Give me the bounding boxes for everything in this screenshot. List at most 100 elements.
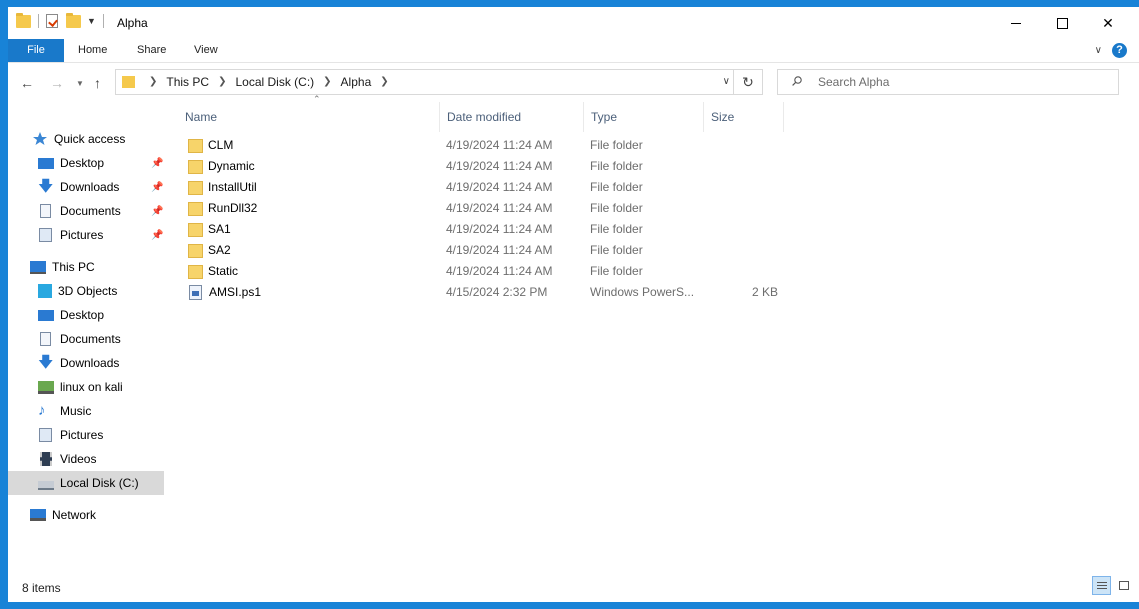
documents-icon — [40, 332, 51, 346]
details-view-button[interactable] — [1092, 576, 1111, 595]
file-size — [710, 261, 778, 282]
folder-icon — [188, 159, 203, 174]
chevron-right-icon[interactable]: ❯ — [218, 70, 226, 94]
sidebar-item-documents[interactable]: Documents — [38, 199, 164, 223]
file-date: 4/19/2024 11:24 AM — [446, 264, 553, 278]
new-folder-icon[interactable] — [66, 12, 81, 28]
file-row[interactable]: Static 4/19/2024 11:24 AM File folder — [178, 261, 798, 282]
large-icons-view-button[interactable] — [1114, 576, 1133, 595]
breadcrumb-alpha[interactable]: Alpha — [341, 70, 372, 94]
file-date: 4/19/2024 11:24 AM — [446, 243, 553, 257]
file-type: File folder — [590, 159, 643, 173]
sidebar-item-downloads-pc[interactable]: 🡇 Downloads — [38, 351, 164, 375]
file-name: AMSI.ps1 — [209, 285, 262, 299]
computer-icon — [30, 260, 46, 274]
window-title: Alpha — [117, 16, 148, 30]
column-headers: ⌃ Name Date modified Type Size — [178, 94, 958, 132]
file-date: 4/19/2024 11:24 AM — [446, 159, 553, 173]
pictures-icon — [39, 228, 52, 242]
folder-icon — [188, 243, 203, 258]
file-row[interactable]: SA1 4/19/2024 11:24 AM File folder — [178, 219, 798, 240]
file-type: Windows PowerS... — [590, 285, 695, 299]
sidebar-item-3d-objects[interactable]: 3D Objects — [38, 279, 164, 303]
network-icon — [30, 509, 46, 521]
file-row[interactable]: AMSI.ps1 4/15/2024 2:32 PM Windows Power… — [178, 282, 798, 303]
sidebar-item-label: Network — [52, 508, 97, 522]
close-icon: ✕ — [1102, 14, 1114, 31]
help-icon[interactable]: ? — [1112, 43, 1127, 58]
pin-icon[interactable]: 📌 — [151, 158, 163, 169]
sidebar-item-downloads[interactable]: 🡇 Downloads — [38, 175, 164, 199]
address-history-chevron-icon[interactable]: ∨ — [723, 76, 730, 87]
close-button[interactable]: ✕ — [1085, 7, 1131, 39]
file-size — [710, 219, 778, 240]
file-name: InstallUtil — [208, 180, 257, 194]
column-header-size[interactable]: Size — [704, 102, 784, 132]
properties-icon[interactable] — [46, 14, 58, 28]
column-header-name[interactable]: Name — [178, 102, 440, 132]
tab-file[interactable]: File — [8, 39, 64, 62]
file-row[interactable]: Dynamic 4/19/2024 11:24 AM File folder — [178, 156, 798, 177]
star-icon — [33, 132, 47, 145]
file-row[interactable]: CLM 4/19/2024 11:24 AM File folder — [178, 135, 798, 156]
search-input[interactable]: Search Alpha — [777, 69, 1119, 95]
breadcrumb-this-pc[interactable]: This PC — [166, 70, 209, 94]
file-row[interactable]: RunDll32 4/19/2024 11:24 AM File folder — [178, 198, 798, 219]
tab-home[interactable]: Home — [78, 39, 107, 62]
file-row[interactable]: SA2 4/19/2024 11:24 AM File folder — [178, 240, 798, 261]
recent-locations-chevron-icon[interactable]: ▼ — [76, 79, 84, 88]
sidebar-item-local-disk[interactable]: Local Disk (C:) — [8, 471, 164, 495]
sidebar-item-desktop[interactable]: Desktop — [38, 151, 164, 175]
folder-icon — [188, 180, 203, 195]
file-date: 4/19/2024 11:24 AM — [446, 180, 553, 194]
sidebar-item-label: Quick access — [54, 132, 126, 146]
chevron-right-icon[interactable]: ❯ — [323, 70, 331, 94]
pin-icon[interactable]: 📌 — [151, 182, 163, 193]
file-name: SA1 — [208, 222, 231, 236]
folder-icon — [188, 264, 203, 279]
tab-view[interactable]: View — [194, 39, 218, 62]
file-size — [710, 135, 778, 156]
forward-arrow-icon[interactable]: → — [50, 75, 64, 91]
refresh-button[interactable]: ↻ — [733, 70, 762, 94]
pin-icon[interactable]: 📌 — [151, 206, 163, 217]
column-header-type[interactable]: Type — [584, 102, 704, 132]
up-arrow-icon[interactable]: ↑ — [94, 75, 101, 91]
address-bar[interactable]: ❯ This PC ❯ Local Disk (C:) ❯ Alpha ❯ ∨ … — [115, 69, 763, 95]
file-name: RunDll32 — [208, 201, 258, 215]
title-bar: ▼ Alpha ✕ — [8, 7, 1139, 39]
pin-icon[interactable]: 📌 — [151, 230, 163, 241]
chevron-right-icon[interactable]: ❯ — [380, 70, 388, 94]
file-type: File folder — [590, 264, 643, 278]
column-header-date[interactable]: Date modified — [440, 102, 584, 132]
sidebar-item-this-pc[interactable]: This PC — [30, 255, 164, 279]
tab-share[interactable]: Share — [137, 39, 166, 62]
file-type: File folder — [590, 180, 643, 194]
breadcrumb-local-disk[interactable]: Local Disk (C:) — [235, 70, 314, 94]
sidebar-item-pictures[interactable]: Pictures — [38, 223, 164, 247]
sidebar-item-documents-pc[interactable]: Documents — [38, 327, 164, 351]
sidebar-item-videos[interactable]: Videos — [38, 447, 164, 471]
maximize-button[interactable] — [1039, 7, 1085, 39]
search-icon — [792, 76, 802, 86]
folder-icon — [188, 222, 203, 237]
file-row[interactable]: InstallUtil 4/19/2024 11:24 AM File fold… — [178, 177, 798, 198]
sidebar-item-quick-access[interactable]: Quick access — [32, 127, 164, 151]
sidebar-item-linux-on-kali[interactable]: linux on kali — [38, 375, 164, 399]
file-type: File folder — [590, 222, 643, 236]
customize-toolbar-chevron-icon[interactable]: ▼ — [87, 16, 96, 26]
divider — [38, 14, 39, 28]
back-arrow-icon[interactable]: ← — [20, 75, 34, 91]
sidebar-item-pictures-pc[interactable]: Pictures — [38, 423, 164, 447]
sidebar-item-network[interactable]: Network — [30, 503, 164, 527]
expand-ribbon-chevron-icon[interactable]: ∨ — [1095, 45, 1102, 56]
file-name: SA2 — [208, 243, 231, 257]
sidebar-item-music[interactable]: ♪ Music — [38, 399, 164, 423]
file-type: File folder — [590, 243, 643, 257]
minimize-button[interactable] — [993, 7, 1039, 39]
sidebar-item-desktop-pc[interactable]: Desktop — [38, 303, 164, 327]
file-date: 4/19/2024 11:24 AM — [446, 201, 553, 215]
maximize-icon — [1056, 17, 1068, 29]
desktop-icon — [38, 309, 54, 321]
chevron-right-icon[interactable]: ❯ — [149, 70, 157, 94]
